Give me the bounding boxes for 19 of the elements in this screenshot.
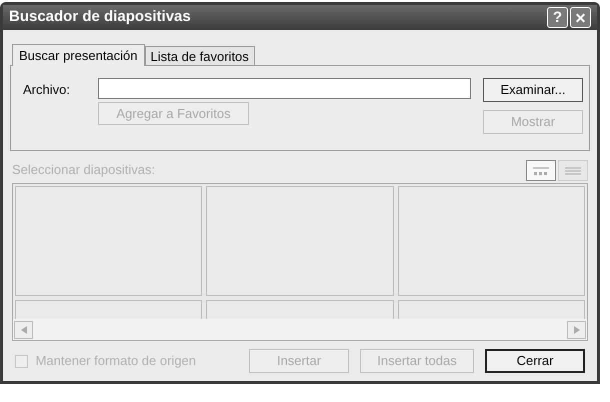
help-button[interactable]: ? bbox=[547, 7, 568, 28]
slide-slot[interactable] bbox=[206, 186, 394, 296]
slide-slot[interactable] bbox=[398, 186, 585, 296]
file-label: Archivo: bbox=[23, 81, 70, 99]
close-dialog-button[interactable]: Cerrar bbox=[485, 349, 585, 373]
list-view-icon[interactable] bbox=[558, 160, 588, 181]
select-slides-label: Seleccionar diapositivas: bbox=[12, 160, 156, 179]
window-title: Buscador de diapositivas bbox=[9, 7, 192, 28]
browse-button[interactable]: Examinar... bbox=[483, 78, 583, 102]
close-button[interactable]: × bbox=[570, 7, 591, 28]
scroll-left-icon[interactable] bbox=[14, 320, 33, 338]
horizontal-scrollbar[interactable] bbox=[13, 319, 587, 340]
file-input-field[interactable] bbox=[98, 78, 471, 99]
tab[interactable]: Buscar presentación bbox=[12, 44, 145, 66]
slide-slot[interactable] bbox=[15, 186, 202, 296]
keep-format-label: Mantener formato de origen bbox=[36, 352, 198, 370]
scroll-right-icon[interactable] bbox=[567, 320, 586, 338]
tab[interactable]: Lista de favoritos bbox=[144, 46, 255, 65]
slide-view-icon[interactable] bbox=[526, 160, 556, 181]
